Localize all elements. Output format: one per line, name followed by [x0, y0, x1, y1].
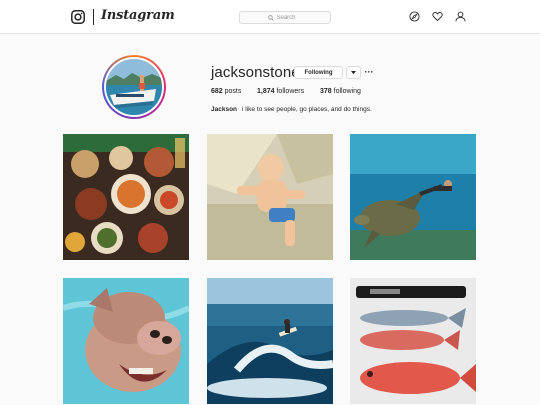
bio-name: Jackson	[211, 106, 238, 113]
post-thumbnail-fish[interactable]	[350, 278, 476, 404]
posts-count: 682	[211, 88, 223, 95]
top-navigation-bar: Instagram	[0, 0, 540, 34]
following-button[interactable]: Following	[294, 66, 343, 79]
caret-down-icon	[351, 70, 356, 74]
instagram-camera-icon[interactable]	[71, 10, 85, 24]
post-thumbnail-toddler[interactable]	[207, 134, 333, 260]
sea-turtle-image	[350, 134, 476, 260]
followers-label: followers	[276, 88, 305, 95]
posts-stat: 682 posts	[211, 88, 241, 95]
followers-count: 1,874	[257, 88, 275, 95]
fish-catch-image	[350, 278, 476, 404]
logo-divider	[93, 9, 94, 25]
heart-activity-icon[interactable]	[432, 11, 443, 22]
avatar-photo	[106, 59, 162, 115]
explore-compass-icon[interactable]	[409, 11, 420, 22]
search-box[interactable]	[239, 11, 331, 24]
food-spread-image	[63, 134, 189, 260]
toddler-image	[207, 134, 333, 260]
post-thumbnail-surfer[interactable]	[207, 278, 333, 404]
posts-label: posts	[224, 88, 242, 95]
profile-username: jacksonstone	[211, 64, 300, 81]
following-count: 378	[320, 88, 332, 95]
swimming-pig-image	[63, 278, 189, 404]
surfer-image	[207, 278, 333, 404]
suggestions-dropdown-button[interactable]	[346, 66, 361, 79]
profile-bio: Jackson i like to see people, go places, …	[211, 106, 372, 113]
bio-text: i like to see people, go places, and do …	[242, 106, 372, 113]
profile-person-icon[interactable]	[455, 11, 466, 22]
profile-avatar[interactable]	[102, 55, 166, 119]
following-label: following	[333, 88, 361, 95]
post-thumbnail-pig[interactable]	[63, 278, 189, 404]
search-input[interactable]	[276, 14, 303, 21]
following-stat[interactable]: 378 following	[320, 88, 361, 95]
post-thumbnail-food[interactable]	[63, 134, 189, 260]
more-options-button[interactable]: ···	[364, 66, 374, 79]
avatar-boat-illustration	[106, 59, 162, 115]
followers-stat[interactable]: 1,874 followers	[257, 88, 304, 95]
avatar-frame	[104, 57, 164, 117]
post-thumbnail-turtle[interactable]	[350, 134, 476, 260]
instagram-wordmark[interactable]: Instagram	[101, 8, 175, 23]
search-icon	[267, 14, 274, 21]
